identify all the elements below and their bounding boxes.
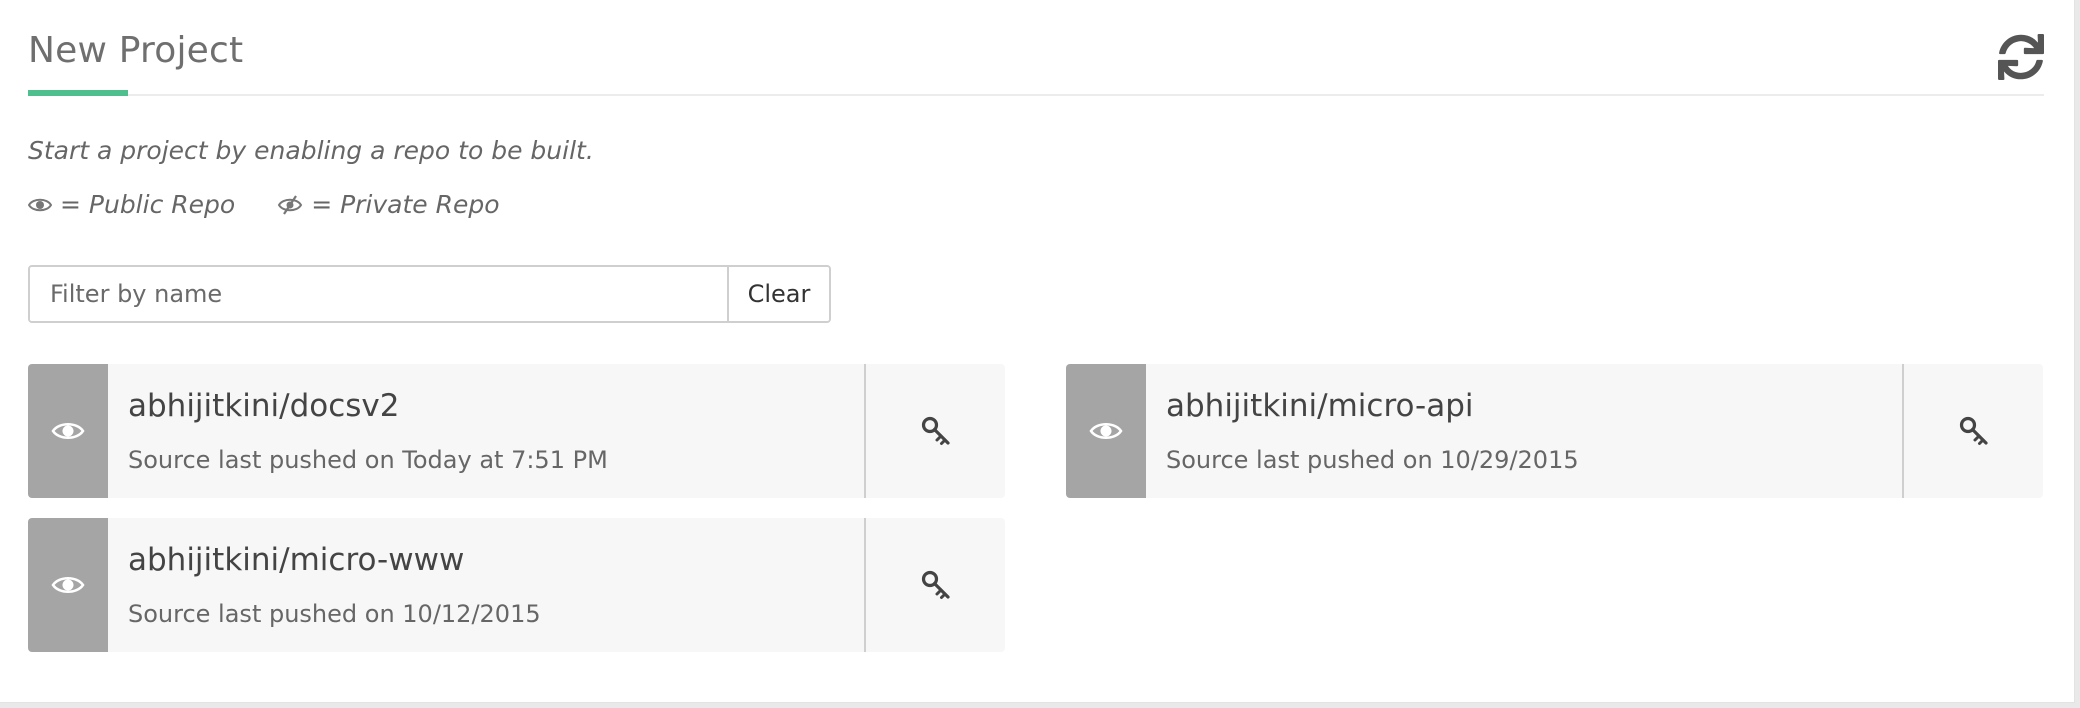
key-icon bbox=[921, 570, 950, 599]
legend-private-label: = Private Repo bbox=[311, 190, 500, 219]
new-project-panel: New Project Start a project by enabling … bbox=[0, 0, 2075, 703]
filter-bar: Clear bbox=[28, 265, 831, 323]
legend-private: = Private Repo bbox=[277, 190, 500, 219]
eye-icon bbox=[51, 423, 85, 439]
eye-icon bbox=[51, 577, 85, 593]
repo-name: abhijitkini/micro-api bbox=[1166, 388, 1474, 424]
deploy-key-button[interactable] bbox=[866, 518, 1005, 652]
visibility-toggle[interactable] bbox=[1066, 364, 1146, 498]
repo-last-pushed: Source last pushed on 10/12/2015 bbox=[128, 600, 541, 628]
legend-public-label: = Public Repo bbox=[60, 190, 236, 219]
repo-last-pushed: Source last pushed on Today at 7:51 PM bbox=[128, 446, 608, 474]
key-icon bbox=[921, 416, 950, 445]
deploy-key-button[interactable] bbox=[1904, 364, 2043, 498]
panel-header: New Project bbox=[28, 0, 2044, 96]
repo-card: abhijitkini/micro-www Source last pushed… bbox=[28, 518, 1005, 652]
repo-card: abhijitkini/docsv2 Source last pushed on… bbox=[28, 364, 1005, 498]
title-accent-underline bbox=[28, 90, 128, 96]
eye-icon bbox=[28, 198, 52, 211]
repo-card: abhijitkini/micro-api Source last pushed… bbox=[1066, 364, 2043, 498]
key-icon bbox=[1959, 416, 1988, 445]
clear-button[interactable]: Clear bbox=[727, 267, 829, 321]
filter-input[interactable] bbox=[30, 267, 727, 321]
repo-last-pushed: Source last pushed on 10/29/2015 bbox=[1166, 446, 1579, 474]
refresh-icon[interactable] bbox=[1998, 34, 2044, 80]
deploy-key-button[interactable] bbox=[866, 364, 1005, 498]
legend-public: = Public Repo bbox=[28, 190, 235, 219]
page-title: New Project bbox=[28, 30, 244, 71]
visibility-toggle[interactable] bbox=[28, 364, 108, 498]
eye-slash-icon bbox=[278, 194, 303, 215]
visibility-toggle[interactable] bbox=[28, 518, 108, 652]
repo-name: abhijitkini/docsv2 bbox=[128, 388, 400, 424]
intro-text: Start a project by enabling a repo to be… bbox=[28, 136, 594, 165]
repo-name: abhijitkini/micro-www bbox=[128, 542, 465, 578]
visibility-legend: = Public Repo = Private Repo bbox=[28, 190, 542, 219]
eye-icon bbox=[1089, 423, 1123, 439]
